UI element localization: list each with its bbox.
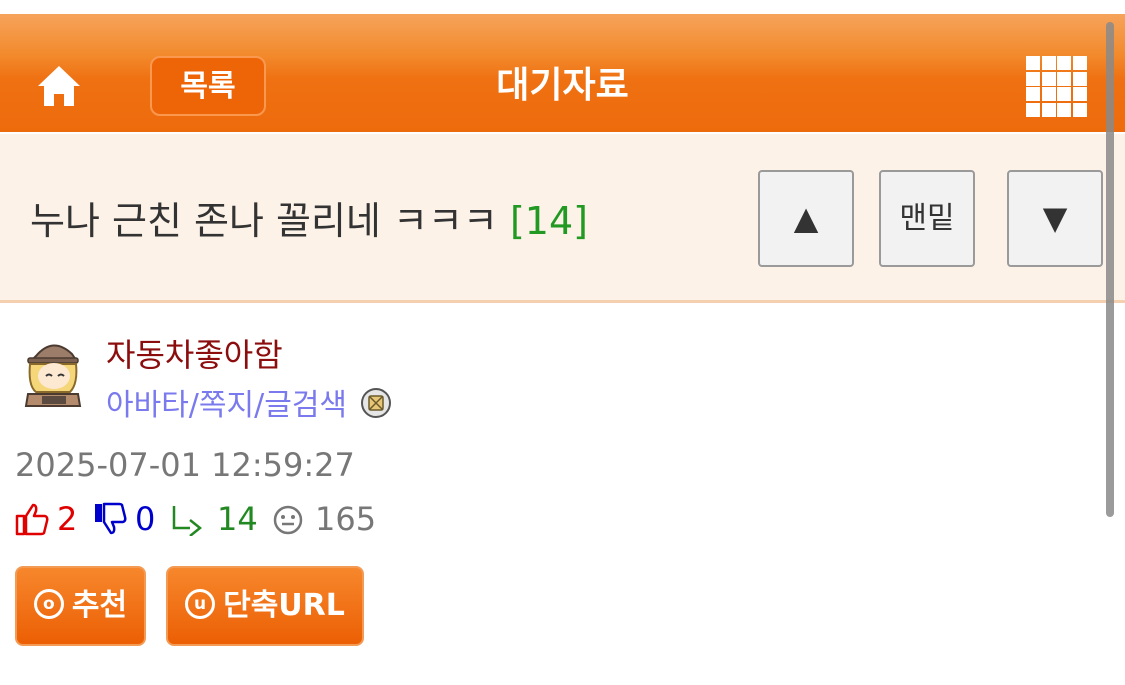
- recommend-label: 추천: [71, 588, 128, 623]
- post-date: 2025-07-01 12:59:27: [15, 446, 355, 484]
- recommend-button[interactable]: o 추천: [15, 566, 146, 646]
- short-url-button[interactable]: u 단축URL: [166, 566, 364, 646]
- dislike-count: 0: [135, 500, 156, 538]
- scrollbar[interactable]: [1106, 22, 1114, 517]
- author-name[interactable]: 자동차좋아함: [106, 330, 283, 376]
- short-url-label: 단축URL: [223, 588, 345, 623]
- page-title: 대기자료: [496, 65, 629, 106]
- reply-count: 14: [217, 500, 258, 538]
- grid-menu-icon[interactable]: [1026, 56, 1087, 117]
- post-title: 누나 근친 존나 꼴리네 ㅋㅋㅋ [14]: [30, 190, 588, 245]
- view-count: 165: [315, 500, 377, 538]
- message-icon[interactable]: [360, 387, 392, 419]
- scroll-bottom-button[interactable]: 맨밑: [879, 170, 975, 267]
- thumbs-down-icon[interactable]: [93, 502, 127, 536]
- top-bar: 목록 대기자료: [0, 14, 1125, 132]
- short-url-icon: u: [185, 588, 216, 619]
- recommend-icon: o: [33, 588, 64, 619]
- view-icon: [273, 505, 303, 535]
- post-title-text: 누나 근친 존나 꼴리네 ㅋㅋㅋ: [30, 199, 498, 243]
- like-count: 2: [57, 500, 78, 538]
- author-links[interactable]: 아바타/쪽지/글검색: [106, 380, 347, 424]
- avatar[interactable]: [22, 334, 84, 410]
- comment-count[interactable]: [14]: [510, 199, 588, 243]
- scroll-up-button[interactable]: ▲: [758, 170, 854, 267]
- thumbs-up-icon[interactable]: [15, 502, 49, 536]
- reply-icon: [172, 506, 203, 536]
- scroll-down-button[interactable]: ▼: [1007, 170, 1103, 267]
- post-header: 누나 근친 존나 꼴리네 ㅋㅋㅋ [14] ▲ 맨밑 ▼: [0, 134, 1125, 303]
